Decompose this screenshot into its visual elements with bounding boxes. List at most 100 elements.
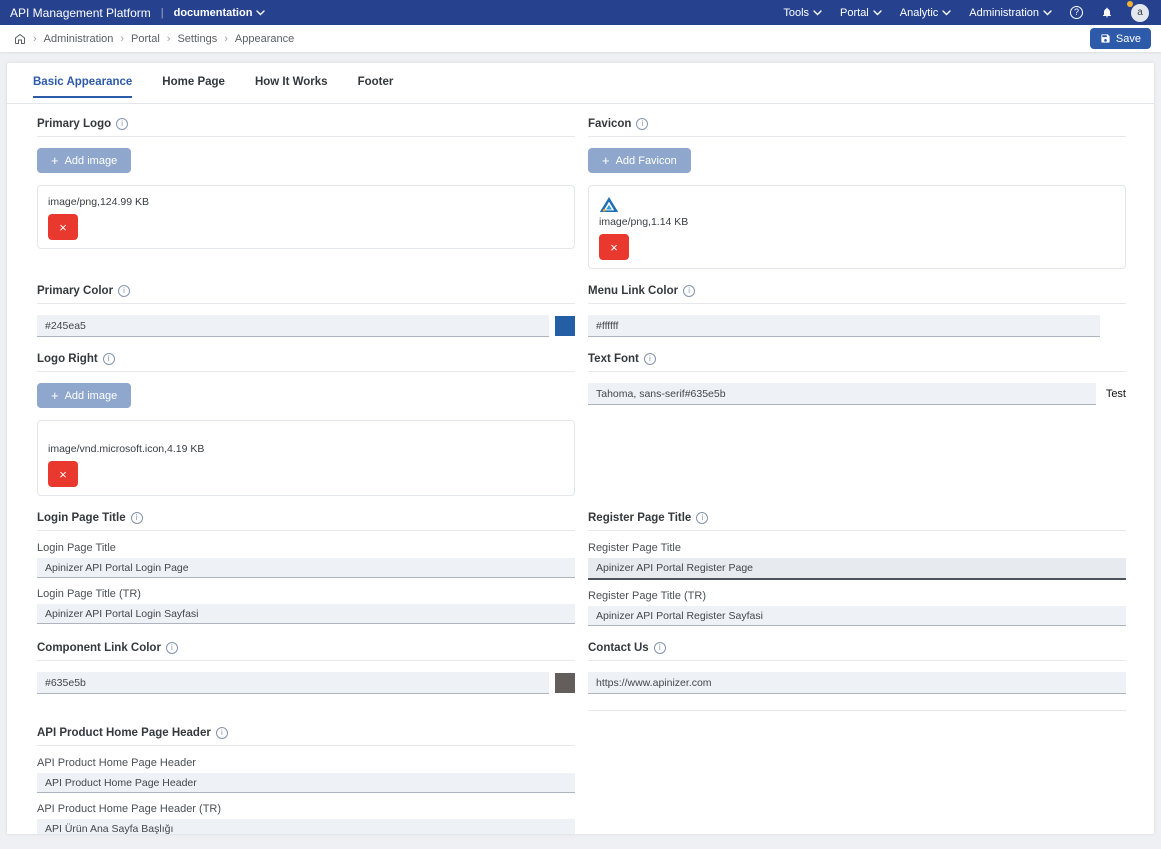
add-favicon-button[interactable]: + Add Favicon <box>588 148 691 173</box>
info-icon[interactable]: i <box>696 512 708 524</box>
primary-color-input[interactable] <box>37 315 549 337</box>
settings-card: Basic Appearance Home Page How It Works … <box>7 63 1154 834</box>
help-icon: ? <box>1070 6 1083 19</box>
breadcrumb-separator: › <box>167 33 171 45</box>
section-api-product-header: API Product Home Page Header i API Produ… <box>37 727 575 834</box>
register-page-title-tr-input[interactable] <box>588 606 1126 626</box>
section-title: Primary Logo <box>37 118 111 130</box>
api-product-header-field: API Product Home Page Header <box>37 757 575 793</box>
breadcrumb-item-settings[interactable]: Settings <box>177 33 217 45</box>
menu-link-color-input[interactable] <box>588 315 1100 337</box>
info-icon[interactable]: i <box>116 118 128 130</box>
app-root: API Management Platform | documentation … <box>0 0 1161 834</box>
primary-color-swatch[interactable] <box>555 316 575 336</box>
remove-file-button[interactable]: × <box>48 461 78 487</box>
breadcrumb-item-portal[interactable]: Portal <box>131 33 160 45</box>
api-product-header-input[interactable] <box>37 773 575 793</box>
section-header: Login Page Title i <box>37 512 575 531</box>
file-info: image/png,1.14 KB <box>599 216 1115 228</box>
color-field-row <box>37 315 575 337</box>
help-button[interactable]: ? <box>1070 6 1083 19</box>
tab-home-page[interactable]: Home Page <box>162 76 225 98</box>
field-label: API Product Home Page Header <box>37 757 575 769</box>
section-header: Text Font i <box>588 353 1126 372</box>
remove-file-button[interactable]: × <box>599 234 629 260</box>
info-icon[interactable]: i <box>131 512 143 524</box>
home-icon[interactable] <box>14 33 26 45</box>
api-product-header-tr-input[interactable] <box>37 819 575 834</box>
section-title: Favicon <box>588 118 631 130</box>
remove-file-button[interactable]: × <box>48 214 78 240</box>
breadcrumb-item-administration[interactable]: Administration <box>44 33 114 45</box>
close-icon: × <box>610 241 618 254</box>
section-title: Component Link Color <box>37 642 161 654</box>
file-preview-box: image/vnd.microsoft.icon,4.19 KB × <box>37 420 575 496</box>
info-icon[interactable]: i <box>118 285 130 297</box>
menu-portal[interactable]: Portal <box>840 7 882 19</box>
section-register-page-title: Register Page Title i Register Page Titl… <box>588 512 1126 626</box>
font-preview-text: Test <box>1106 388 1126 400</box>
menu-link-color-swatch[interactable] <box>1106 316 1126 336</box>
section-header: Logo Right i <box>37 353 575 372</box>
info-icon[interactable]: i <box>683 285 695 297</box>
field-label: Login Page Title (TR) <box>37 588 575 600</box>
breadcrumb-separator: › <box>120 33 124 45</box>
tabs: Basic Appearance Home Page How It Works … <box>7 63 1154 98</box>
avatar[interactable]: a <box>1131 4 1149 22</box>
section-primary-logo: Primary Logo i + Add image image/png,124… <box>37 118 575 249</box>
register-title-field: Register Page Title <box>588 542 1126 580</box>
project-selector[interactable]: documentation <box>174 7 266 19</box>
menu-tools[interactable]: Tools <box>783 7 822 19</box>
section-title: Text Font <box>588 353 639 365</box>
section-header: Primary Logo i <box>37 118 575 137</box>
section-header: Component Link Color i <box>37 642 575 661</box>
add-image-button[interactable]: + Add image <box>37 383 131 408</box>
contact-us-input[interactable] <box>588 672 1126 694</box>
text-font-input[interactable] <box>588 383 1096 405</box>
info-icon[interactable]: i <box>103 353 115 365</box>
section-title: Login Page Title <box>37 512 126 524</box>
chevron-down-icon <box>873 10 882 16</box>
breadcrumb-separator: › <box>224 33 228 45</box>
menu-administration[interactable]: Administration <box>969 7 1052 19</box>
save-icon <box>1100 33 1111 44</box>
login-page-title-input[interactable] <box>37 558 575 578</box>
tab-footer[interactable]: Footer <box>358 76 394 98</box>
save-button[interactable]: Save <box>1090 28 1151 49</box>
info-icon[interactable]: i <box>636 118 648 130</box>
section-login-page-title: Login Page Title i Login Page Title Logi… <box>37 512 575 624</box>
menu-analytic[interactable]: Analytic <box>900 7 952 19</box>
notifications-button[interactable] <box>1101 6 1113 19</box>
tab-basic-appearance[interactable]: Basic Appearance <box>33 76 132 98</box>
tab-how-it-works[interactable]: How It Works <box>255 76 328 98</box>
login-title-field: Login Page Title <box>37 542 575 578</box>
file-preview-box: image/png,124.99 KB × <box>37 185 575 249</box>
menu-analytic-label: Analytic <box>900 7 939 19</box>
section-title: API Product Home Page Header <box>37 727 211 739</box>
register-page-title-input[interactable] <box>588 558 1126 580</box>
navbar-left: API Management Platform | documentation <box>10 6 265 20</box>
add-image-button[interactable]: + Add image <box>37 148 131 173</box>
file-info: image/vnd.microsoft.icon,4.19 KB <box>48 443 564 455</box>
api-product-header-tr-field: API Product Home Page Header (TR) <box>37 803 575 834</box>
component-link-color-swatch[interactable] <box>555 673 575 693</box>
chevron-down-icon <box>1043 10 1052 16</box>
info-icon[interactable]: i <box>644 353 656 365</box>
field-label: Register Page Title <box>588 542 1126 554</box>
section-title: Logo Right <box>37 353 98 365</box>
info-icon[interactable]: i <box>166 642 178 654</box>
info-icon[interactable]: i <box>654 642 666 654</box>
add-favicon-label: Add Favicon <box>616 155 677 167</box>
section-header: Register Page Title i <box>588 512 1126 531</box>
section-header: Menu Link Color i <box>588 285 1126 304</box>
section-title: Menu Link Color <box>588 285 678 297</box>
component-link-color-input[interactable] <box>37 672 549 694</box>
login-page-title-tr-input[interactable] <box>37 604 575 624</box>
breadcrumb-item-appearance[interactable]: Appearance <box>235 33 294 45</box>
field-label: Login Page Title <box>37 542 575 554</box>
section-title: Register Page Title <box>588 512 691 524</box>
info-icon[interactable]: i <box>216 727 228 739</box>
section-header: Contact Us i <box>588 642 1126 661</box>
save-button-label: Save <box>1116 33 1141 45</box>
close-icon: × <box>59 221 67 234</box>
